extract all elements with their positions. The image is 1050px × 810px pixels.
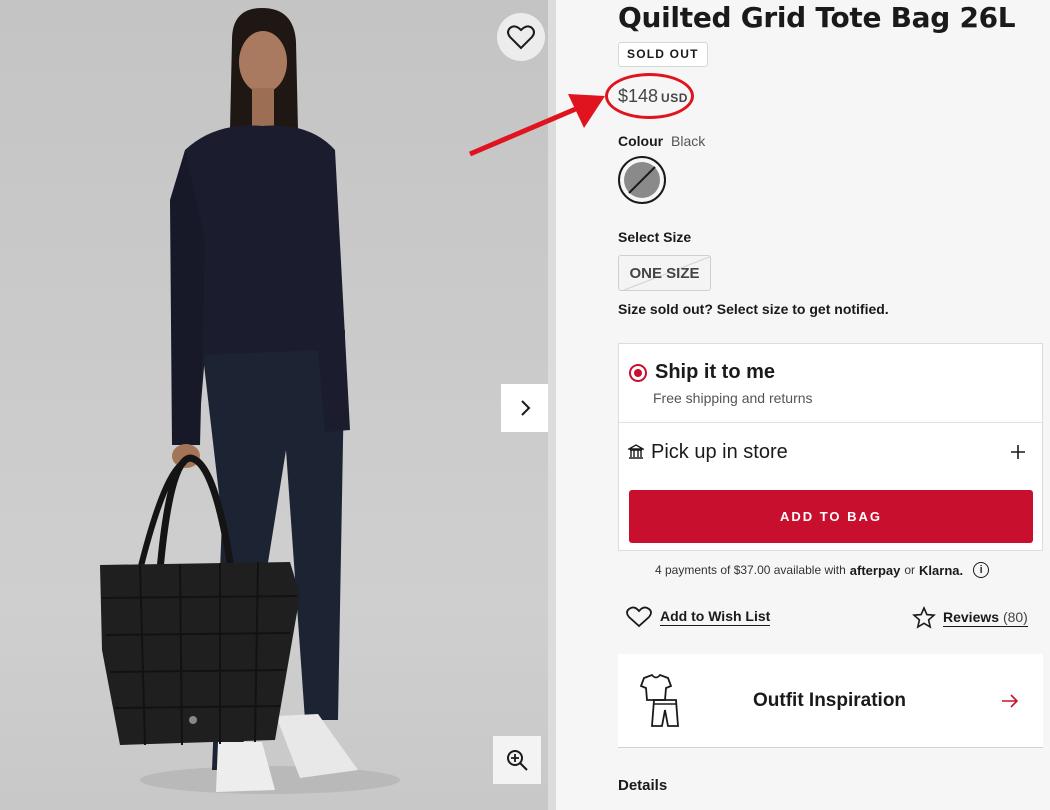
- chevron-right-icon: [521, 400, 531, 416]
- ship-subtitle: Free shipping and returns: [653, 390, 813, 406]
- ship-title: Ship it to me: [655, 361, 775, 383]
- afterpay-logo: afterpay: [849, 562, 901, 578]
- add-to-bag-button[interactable]: ADD TO BAG: [629, 490, 1033, 543]
- store-icon: [628, 444, 644, 459]
- size-sold-out-note: Size sold out? Select size to get notifi…: [618, 301, 889, 317]
- product-title: Quilted Grid Tote Bag 26L: [618, 1, 1016, 34]
- heart-icon: [507, 25, 535, 50]
- reviews-text: Reviews: [943, 609, 1000, 625]
- add-to-wish-list-link[interactable]: Add to Wish List: [626, 606, 771, 628]
- star-icon: [912, 606, 936, 629]
- payment-note: 4 payments of $37.00 available with afte…: [655, 562, 990, 578]
- colour-swatch-black[interactable]: [618, 156, 666, 204]
- payment-note-text: 4 payments of $37.00 available with: [655, 563, 846, 577]
- ship-radio[interactable]: [629, 364, 647, 382]
- outfit-icon: [639, 674, 679, 727]
- zoom-button[interactable]: [493, 736, 541, 784]
- product-photo: [100, 8, 400, 794]
- wishlist-button[interactable]: [497, 13, 545, 61]
- outfit-inspiration-card[interactable]: Outfit Inspiration: [618, 654, 1043, 748]
- sold-out-badge: SOLD OUT: [618, 42, 708, 67]
- size-label: Select Size: [618, 229, 692, 245]
- size-option-one-size[interactable]: ONE SIZE: [618, 255, 711, 291]
- info-icon[interactable]: i: [973, 562, 990, 578]
- pickup-label: Pick up in store: [651, 441, 788, 463]
- colour-value: Black: [671, 133, 706, 149]
- outfit-title: Outfit Inspiration: [753, 690, 907, 711]
- annotation-arrow: [469, 94, 605, 157]
- payment-note-or: or: [904, 563, 916, 577]
- klarna-logo: Klarna.: [919, 562, 964, 578]
- colour-label-text: Colour: [618, 133, 664, 149]
- annotation-circle: [605, 73, 694, 119]
- reviews-count: (80): [1002, 609, 1028, 625]
- swatch-unavailable-icon: [624, 162, 660, 198]
- zoom-in-icon: [507, 750, 528, 771]
- pickup-option[interactable]: Pick up in store: [619, 424, 1042, 482]
- colour-label: Colour Black: [618, 133, 705, 149]
- product-gallery: [0, 0, 548, 810]
- heart-icon: [626, 606, 652, 628]
- reviews-link[interactable]: Reviews (80): [912, 606, 1028, 630]
- product-info: Quilted Grid Tote Bag 26L SOLD OUT $148 U…: [605, 0, 1046, 810]
- reviews-label: Reviews (80): [943, 609, 1028, 627]
- wish-list-label: Add to Wish List: [660, 608, 771, 626]
- size-option-label: ONE SIZE: [629, 264, 700, 282]
- ship-it-option[interactable]: Ship it to me Free shipping and returns: [619, 344, 1042, 423]
- next-image-button[interactable]: [501, 384, 548, 432]
- plus-icon[interactable]: [1010, 444, 1026, 460]
- details-heading[interactable]: Details: [618, 777, 667, 794]
- fulfilment-box: Ship it to me Free shipping and returns …: [618, 343, 1043, 551]
- arrow-right-icon: [1002, 694, 1019, 708]
